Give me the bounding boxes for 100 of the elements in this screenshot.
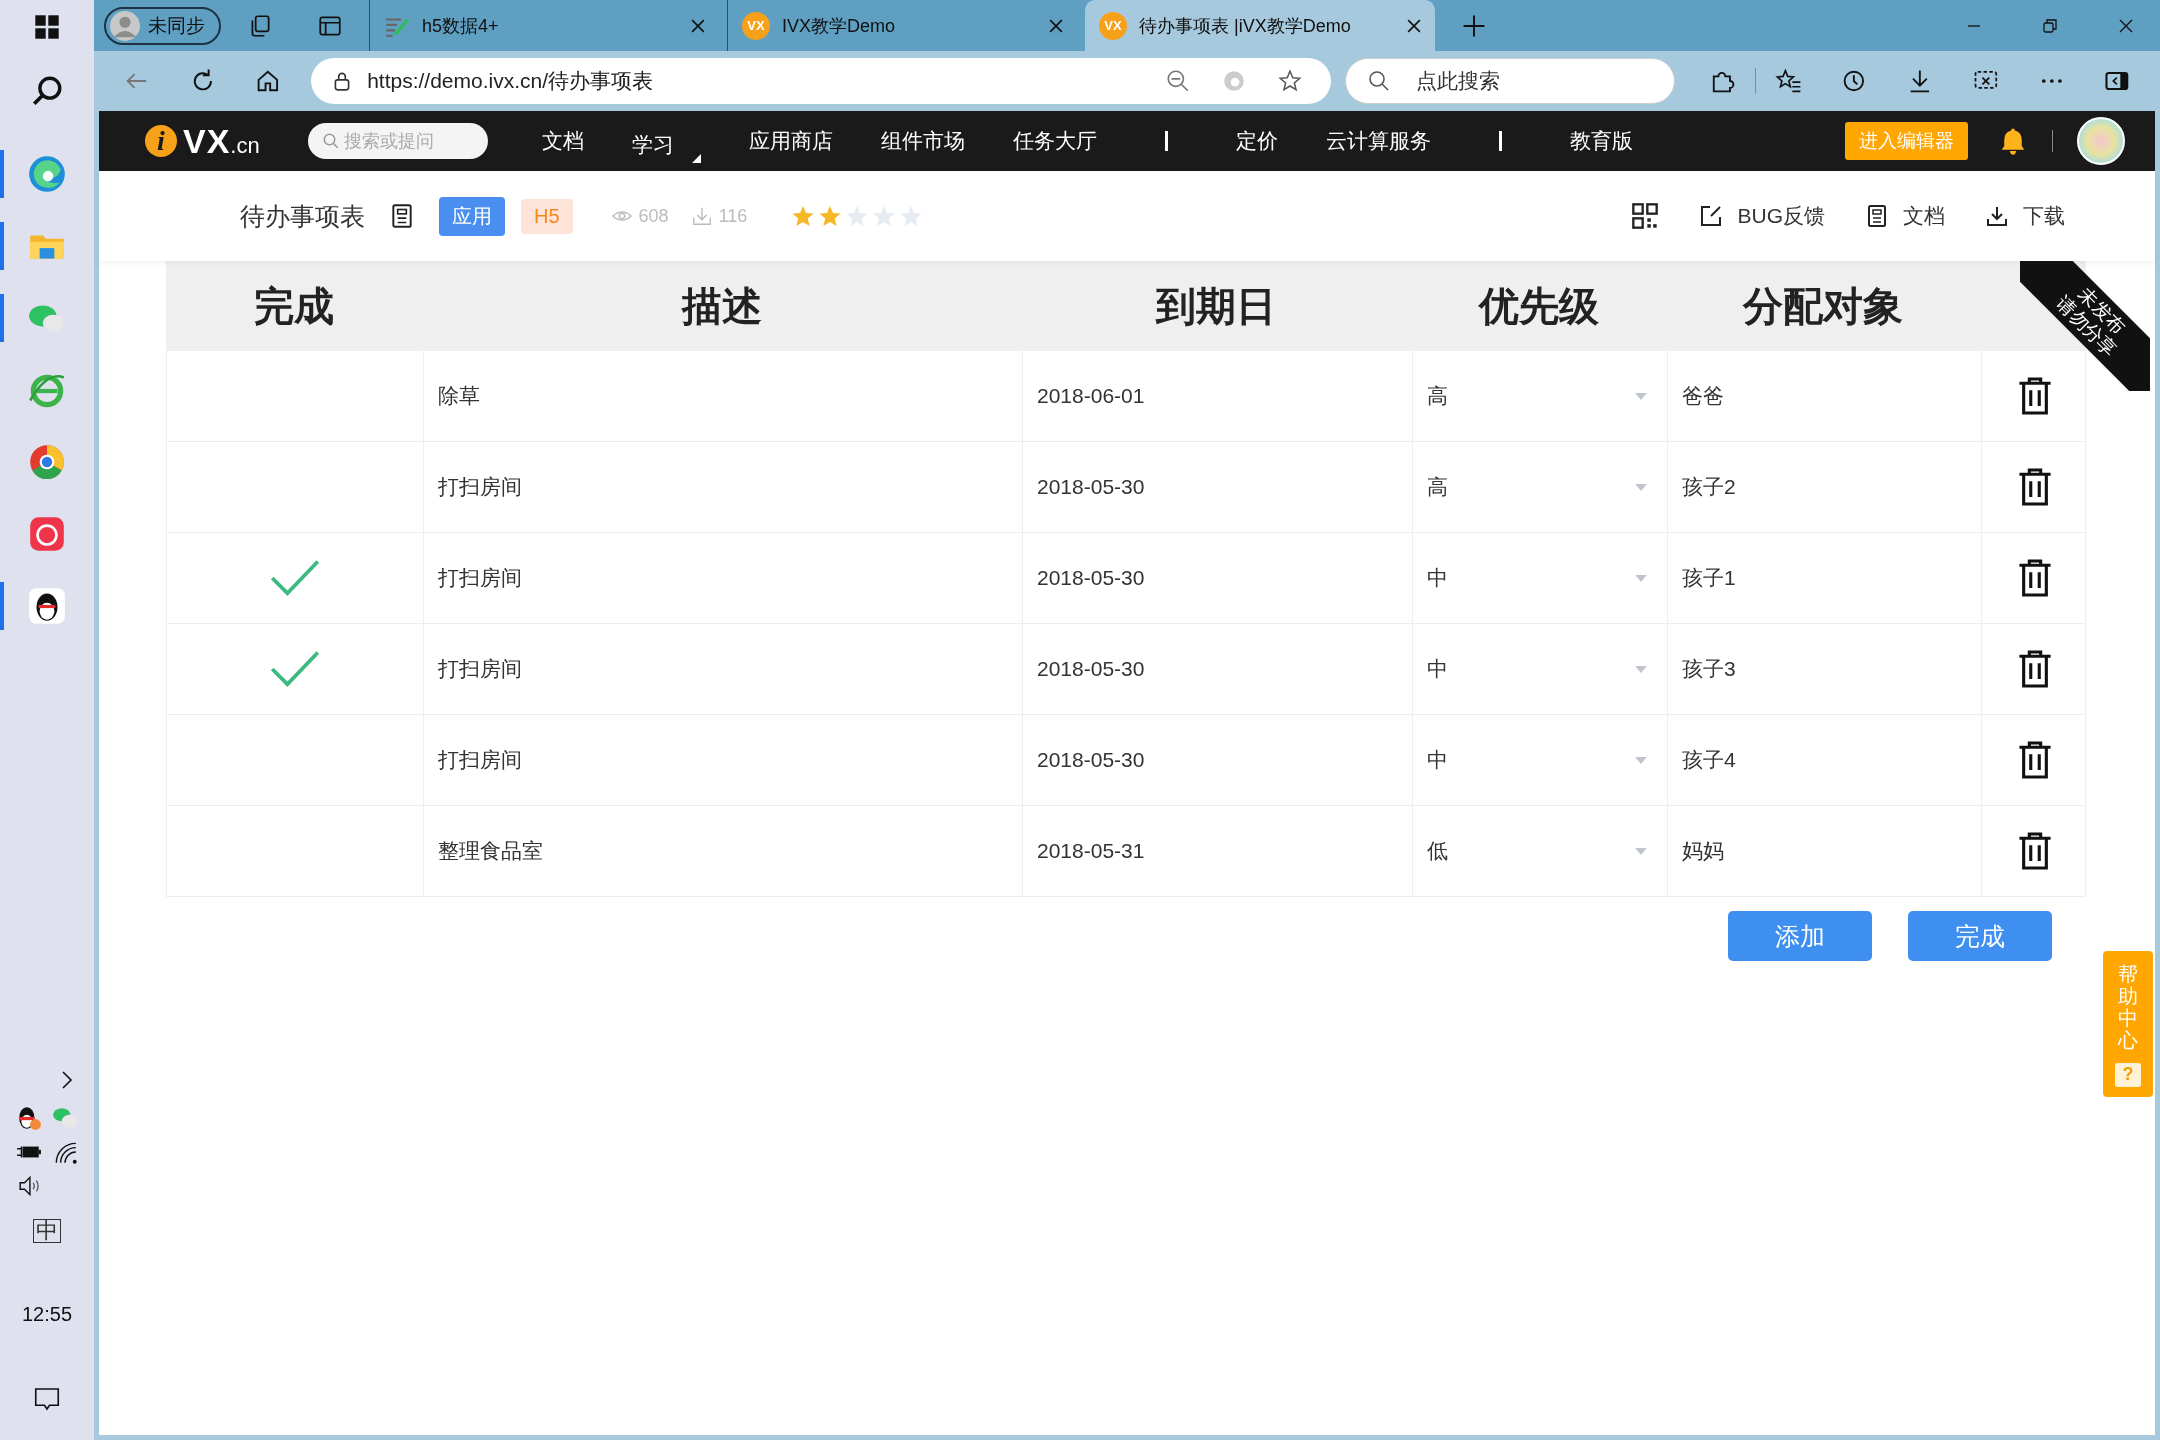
table-cell: 2018-05-30 [1022, 715, 1412, 805]
search-icon [321, 132, 340, 150]
toolbar-action[interactable]: 文档 [1865, 202, 1945, 230]
table-cell: 打扫房间 [423, 715, 1022, 805]
table-cell: 孩子4 [1667, 715, 1981, 805]
app-title: 待办事项表 [240, 200, 365, 232]
address-bar[interactable]: https://demo.ivx.cn/待办事项表 [311, 58, 1332, 104]
table-cell: 打扫房间 [423, 442, 1022, 532]
table-cell: 打扫房间 [423, 624, 1022, 714]
star-icon[interactable] [1277, 68, 1304, 94]
column-header: 完成 [253, 282, 335, 330]
browser-tab[interactable]: VX IVX教学Demo [727, 0, 1077, 51]
table-cell: 孩子1 [1667, 533, 1981, 623]
check-icon[interactable] [269, 650, 321, 688]
table-cell: 2018-05-30 [1022, 442, 1412, 532]
table-cell: 整理食品室 [423, 806, 1022, 896]
trash-icon[interactable] [2017, 467, 2052, 507]
star-icon [872, 204, 897, 228]
browser-tab[interactable]: h5数据4+ [369, 0, 719, 51]
check-icon[interactable] [269, 559, 321, 597]
caret-icon [1635, 756, 1647, 764]
trash-icon[interactable] [2017, 558, 2052, 598]
nav-link[interactable]: 教育版 [1569, 127, 1633, 155]
priority-dropdown[interactable]: 高 [1427, 382, 1647, 410]
document-icon[interactable] [389, 203, 415, 229]
caret-icon [1635, 574, 1647, 582]
avatar-icon [110, 10, 140, 41]
avatar[interactable] [2077, 117, 2125, 165]
table-cell: 孩子3 [1667, 624, 1981, 714]
trash-icon[interactable] [2017, 740, 2052, 780]
nav-link[interactable]: 任务大厅 [1012, 127, 1097, 155]
column-header: 优先级 [1477, 282, 1600, 330]
star-icon [899, 204, 924, 228]
column-header: 分配对象 [1741, 282, 1904, 330]
penguin-icon[interactable] [26, 585, 68, 627]
chevron-icon[interactable] [61, 1069, 73, 1091]
tab-title: IVX教学Demo [782, 14, 897, 38]
document-icon [1865, 204, 1889, 228]
tag: H5 [521, 198, 573, 234]
url-text: https://demo.ivx.cn/待办事项表 [367, 68, 654, 94]
star-icon [818, 204, 843, 228]
priority-dropdown[interactable]: 中 [1427, 564, 1647, 592]
view-count: 608 [638, 205, 669, 227]
input-method-indicator[interactable]: 中 [33, 1219, 61, 1243]
nav-link[interactable]: 云计算服务 [1325, 127, 1431, 155]
site-logo: VX [1099, 11, 1127, 40]
trash-icon[interactable] [2017, 376, 2052, 416]
profile-button[interactable]: 未同步 [104, 6, 221, 45]
tag: 应用 [439, 196, 505, 236]
table-cell: 打扫房间 [423, 533, 1022, 623]
close-icon[interactable] [1407, 18, 1421, 33]
penguin-icon[interactable] [16, 1105, 42, 1131]
site-logo[interactable]: i VX.cn [145, 121, 260, 161]
trash-icon[interactable] [2017, 649, 2052, 689]
windows-icon[interactable] [34, 14, 60, 40]
table-cell: 爸爸 [1667, 351, 1981, 441]
search-field[interactable]: 点此搜索 [1345, 58, 1676, 104]
priority-dropdown[interactable]: 中 [1427, 746, 1647, 774]
nav-link[interactable]: 文档 [541, 127, 584, 155]
table-cell: 妈妈 [1667, 806, 1981, 896]
toolbar-action[interactable]: 下载 [1985, 202, 2065, 230]
trash-icon[interactable] [2017, 831, 2052, 871]
table-cell: 2018-05-30 [1022, 533, 1412, 623]
clock[interactable]: 12:55 [21, 1303, 73, 1326]
column-header: 到期日 [1154, 282, 1277, 330]
qr-code-icon[interactable] [1631, 202, 1660, 230]
search-icon[interactable] [30, 74, 64, 108]
nav-link[interactable]: 组件市场 [880, 127, 965, 155]
table-cell: 2018-05-30 [1022, 624, 1412, 714]
nav-link[interactable]: 应用商店 [748, 127, 833, 155]
favorites-icon[interactable] [1774, 67, 1803, 95]
priority-dropdown[interactable]: 低 [1427, 837, 1647, 865]
caret-icon [1635, 392, 1647, 400]
table-cell: 2018-06-01 [1022, 351, 1412, 441]
site-logo: VX [742, 11, 770, 40]
priority-dropdown[interactable]: 高 [1427, 473, 1647, 501]
download-icon [690, 205, 713, 227]
nav-menu[interactable]: 学习 [631, 123, 701, 159]
column-header: 描述 [680, 282, 763, 330]
caret-icon [1635, 665, 1647, 673]
tab-title: h5数据4+ [422, 14, 500, 38]
table-cell: 除草 [423, 351, 1022, 441]
browser-tab[interactable]: VX 待办事项表 |iVX教学Demo [1085, 0, 1435, 51]
edit-icon [1699, 204, 1724, 228]
table-cell: 孩子2 [1667, 442, 1981, 532]
browser-icon[interactable] [26, 153, 68, 195]
priority-dropdown[interactable]: 中 [1427, 655, 1647, 683]
caret-icon [1635, 483, 1647, 491]
tab-title: 待办事项表 |iVX教学Demo [1139, 14, 1352, 38]
toolbar-action[interactable]: BUG反馈 [1699, 202, 1825, 230]
nav-link[interactable]: 定价 [1235, 127, 1278, 155]
close-icon[interactable] [691, 18, 705, 33]
download-icon [1985, 204, 2009, 228]
star-icon [845, 204, 870, 228]
caret-icon [1635, 847, 1647, 855]
table-cell: 2018-05-31 [1022, 806, 1412, 896]
download-count: 116 [718, 205, 748, 227]
caret-icon [691, 154, 701, 163]
close-icon[interactable] [1049, 18, 1063, 33]
search-field[interactable]: 搜索或提问 [307, 123, 488, 159]
